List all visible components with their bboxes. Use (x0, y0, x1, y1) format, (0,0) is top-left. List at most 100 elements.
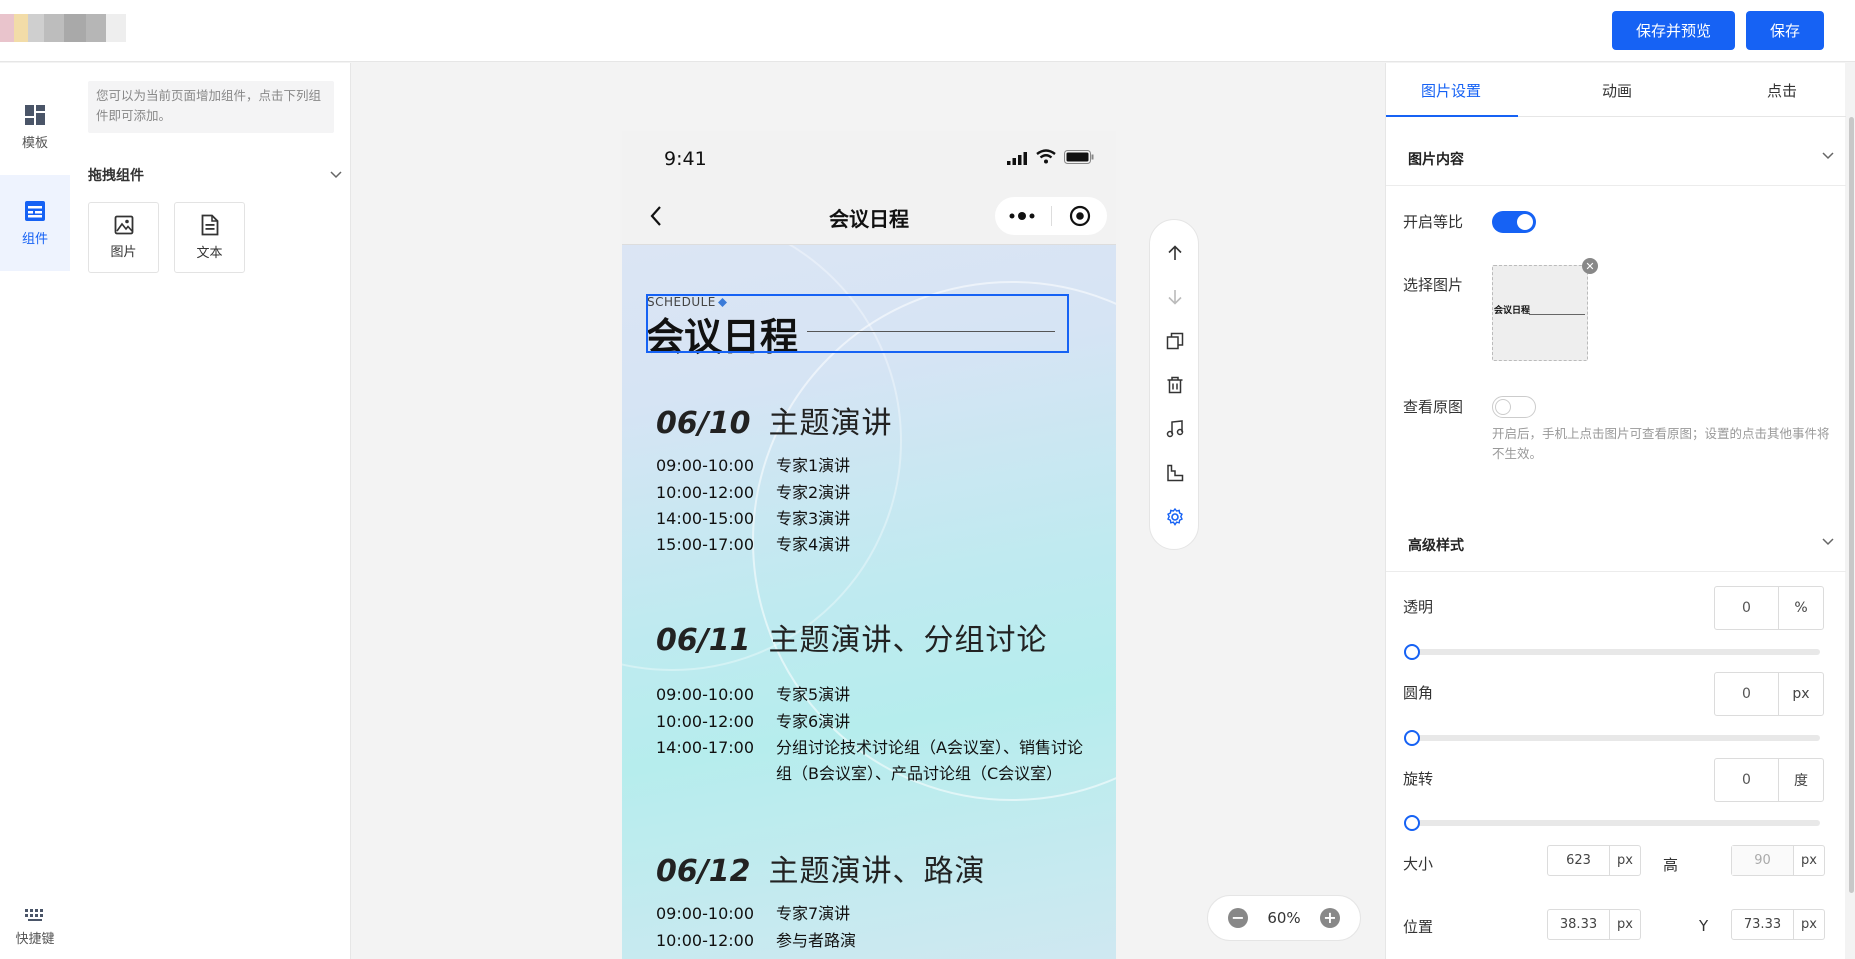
battery-icon (1064, 150, 1094, 164)
zoom-in-button[interactable]: + (1320, 908, 1340, 928)
section-title: 高级样式 (1408, 538, 1464, 554)
rotate-input[interactable]: 0 度 (1714, 758, 1824, 802)
music-icon[interactable] (1163, 417, 1187, 441)
arrow-up-icon[interactable] (1163, 241, 1187, 265)
y-input[interactable]: 73.33 px (1731, 909, 1825, 940)
radius-slider[interactable] (1404, 730, 1820, 746)
y-value[interactable]: 73.33 (1732, 910, 1794, 939)
y-label: Y (1699, 917, 1709, 935)
day-heading: 06/10 主题演讲 (656, 398, 892, 442)
component-panel: 您可以为当前页面增加组件，点击下列组件即可添加。 拖拽组件 图片 文本 (70, 63, 351, 959)
view-original-note: 开启后，手机上点击图片可查看原图；设置的点击其他事件将不生效。 (1492, 426, 1830, 461)
x-value[interactable]: 38.33 (1548, 910, 1610, 939)
schedule-row: 10:00-12:00 专家6演讲 (656, 709, 850, 735)
keep-ratio-toggle[interactable] (1492, 211, 1536, 233)
drag-components-header[interactable]: 拖拽组件 (88, 165, 342, 185)
widget-text[interactable]: 文本 (174, 202, 245, 273)
opacity-slider[interactable] (1404, 644, 1820, 660)
opacity-value[interactable]: 0 (1715, 587, 1779, 629)
row-event: 专家5演讲 (776, 685, 851, 704)
opacity-input[interactable]: 0 % (1714, 586, 1824, 630)
wifi-icon (1036, 149, 1056, 164)
image-thumbnail[interactable]: 会议日程 (1492, 265, 1588, 361)
x-input[interactable]: 38.33 px (1547, 909, 1641, 940)
widget-label: 图片 (110, 245, 137, 260)
image-icon (114, 215, 133, 235)
gear-icon[interactable] (1163, 505, 1187, 529)
select-image-label: 选择图片 (1403, 276, 1464, 294)
selected-image-outline[interactable] (646, 294, 1069, 353)
row-event: 专家6演讲 (776, 712, 851, 731)
rotate-slider[interactable] (1404, 815, 1820, 831)
schedule-row: 09:00-10:00 专家1演讲 (656, 453, 850, 479)
width-input[interactable]: 623 px (1547, 845, 1641, 876)
radius-input[interactable]: 0 px (1714, 672, 1824, 716)
schedule-row: 09:00-10:00 专家7演讲 (656, 901, 850, 927)
rotate-unit: 度 (1794, 773, 1808, 789)
schedule-row: 10:00-12:00 专家2演讲 (656, 480, 850, 506)
phone-canvas[interactable]: 9:41 会议日程 SCHEDULE 会议日程 06/10 主题演讲 09:00-… (622, 131, 1116, 959)
section-advanced-style[interactable]: 高级样式 (1386, 518, 1846, 572)
tab-image-settings[interactable]: 图片设置 (1421, 80, 1481, 101)
inspector-scrollbar[interactable] (1849, 117, 1854, 893)
arrow-down-icon[interactable] (1163, 285, 1187, 309)
radius-unit: px (1792, 686, 1810, 702)
top-bar: 保存并预览 保存 (0, 0, 1855, 62)
day-date: 06/10 (656, 406, 751, 441)
day-title: 主题演讲 (768, 406, 893, 441)
document-icon (201, 214, 218, 236)
schedule-row: 15:00-17:00 专家4演讲 (656, 532, 850, 558)
width-value[interactable]: 623 (1548, 846, 1610, 875)
rail-item-shortcuts[interactable]: 快捷键 (0, 879, 70, 959)
slider-handle[interactable] (1404, 815, 1420, 831)
row-event: 分组讨论技术讨论组（A会议室）、销售讨论组（B会议室）、产品讨论组（C会议室） (776, 738, 1083, 783)
template-icon (25, 104, 45, 125)
rail-item-templates[interactable]: 模板 (0, 79, 70, 175)
y-unit: px (1801, 917, 1817, 932)
save-button[interactable]: 保存 (1746, 11, 1824, 50)
active-tab-indicator (1386, 115, 1518, 117)
height-unit: px (1801, 853, 1817, 868)
rotate-label: 旋转 (1403, 770, 1434, 788)
rail-item-components[interactable]: 组件 (0, 175, 70, 271)
schedule-row: 10:00-12:00 参与者路演 (656, 928, 856, 954)
radius-value[interactable]: 0 (1715, 673, 1779, 715)
widget-image[interactable]: 图片 (88, 202, 159, 273)
height-input[interactable]: 90 px (1731, 845, 1825, 876)
day-date: 06/12 (656, 854, 751, 889)
element-toolbar (1149, 219, 1199, 550)
row-event: 专家4演讲 (776, 535, 851, 554)
slider-handle[interactable] (1404, 644, 1420, 660)
trash-icon[interactable] (1163, 373, 1187, 397)
copy-icon[interactable] (1163, 329, 1187, 353)
more-icon[interactable] (1009, 210, 1035, 222)
component-icon (25, 200, 45, 221)
schedule-row: 14:00-15:00 专家3演讲 (656, 506, 850, 532)
opacity-unit: % (1794, 600, 1808, 616)
phone-nav-bar: 会议日程 (622, 187, 1116, 245)
chevron-down-icon (1822, 152, 1834, 160)
row-time: 15:00-17:00 (656, 535, 754, 554)
row-time: 10:00-12:00 (656, 931, 754, 950)
signal-icon (1007, 152, 1027, 165)
tab-animation[interactable]: 动画 (1602, 80, 1632, 101)
row-event: 参与者路演 (776, 931, 857, 950)
zoom-out-button[interactable]: − (1228, 908, 1248, 928)
app-logo (0, 14, 126, 42)
phone-status-bar: 9:41 (622, 131, 1116, 187)
view-original-toggle[interactable] (1492, 396, 1536, 418)
section-image-content[interactable]: 图片内容 (1386, 132, 1846, 186)
rotate-value[interactable]: 0 (1715, 759, 1779, 801)
day-heading: 06/11 主题演讲、分组讨论 (656, 615, 1047, 659)
slider-handle[interactable] (1404, 730, 1420, 746)
view-original-label: 查看原图 (1403, 398, 1464, 416)
tab-click[interactable]: 点击 (1767, 80, 1797, 101)
close-target-icon[interactable] (1069, 205, 1091, 227)
height-value[interactable]: 90 (1732, 846, 1794, 875)
row-time: 14:00-15:00 (656, 509, 754, 528)
position-label: 位置 (1403, 918, 1434, 936)
layers-icon[interactable] (1163, 461, 1187, 485)
day-title: 主题演讲、分组讨论 (768, 623, 1048, 658)
remove-image-icon[interactable]: ✕ (1582, 258, 1598, 274)
save-and-preview-button[interactable]: 保存并预览 (1612, 11, 1735, 50)
